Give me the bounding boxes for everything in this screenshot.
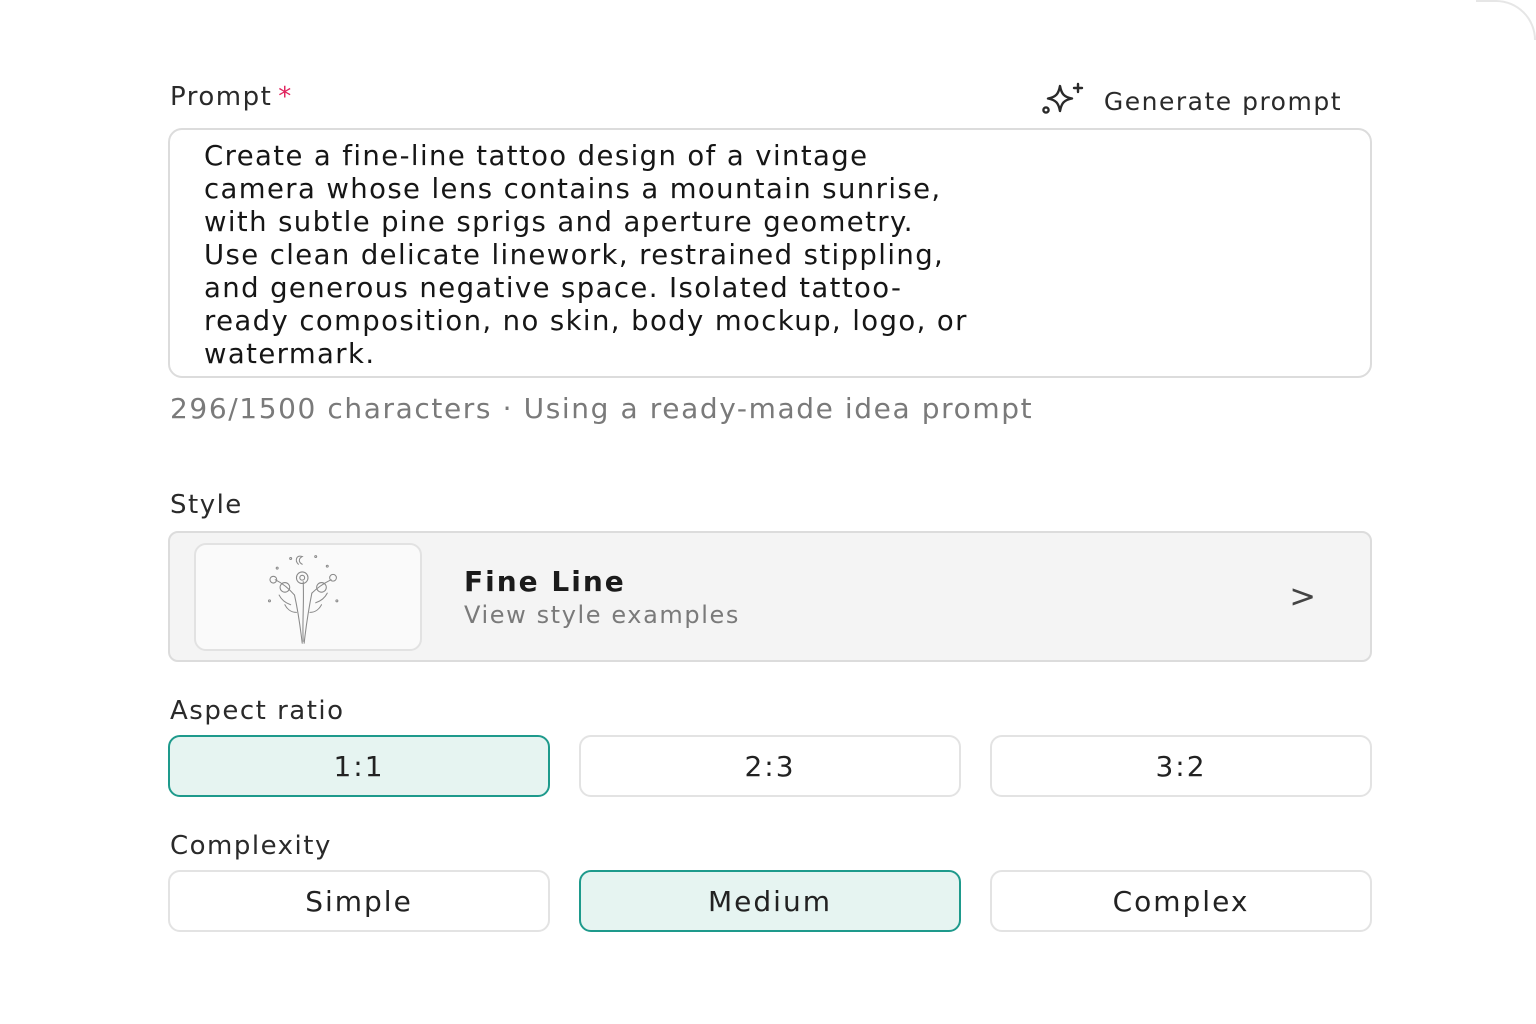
style-examples-link: View style examples bbox=[464, 601, 740, 629]
style-name: Fine Line bbox=[464, 565, 626, 598]
panel-corner bbox=[1476, 0, 1536, 40]
prompt-textarea[interactable]: Create a fine-line tattoo design of a vi… bbox=[168, 128, 1372, 378]
aspect-option-1-1[interactable]: 1:1 bbox=[168, 735, 550, 797]
complexity-option-medium[interactable]: Medium bbox=[579, 870, 961, 932]
aspect-option-2-3[interactable]: 2:3 bbox=[579, 735, 961, 797]
style-thumbnail bbox=[194, 543, 422, 651]
complexity-options: Simple Medium Complex bbox=[168, 870, 1372, 932]
aspect-ratio-label: Aspect ratio bbox=[170, 696, 345, 726]
style-label: Style bbox=[170, 490, 243, 520]
prompt-label: Prompt * bbox=[170, 82, 293, 112]
aspect-option-3-2[interactable]: 3:2 bbox=[990, 735, 1372, 797]
sparkles-icon bbox=[1038, 82, 1090, 120]
generate-prompt-button[interactable]: Generate prompt bbox=[1038, 82, 1342, 120]
required-mark: * bbox=[278, 82, 293, 112]
generate-prompt-label: Generate prompt bbox=[1103, 86, 1342, 116]
prompt-label-text: Prompt bbox=[170, 82, 273, 112]
complexity-option-simple[interactable]: Simple bbox=[168, 870, 550, 932]
complexity-option-complex[interactable]: Complex bbox=[990, 870, 1372, 932]
prompt-status-text: 296/1500 characters · Using a ready-made… bbox=[170, 392, 1034, 425]
prompt-header: Prompt * Generate prompt bbox=[168, 82, 1372, 118]
aspect-ratio-options: 1:1 2:3 3:2 bbox=[168, 735, 1372, 797]
page: Prompt * Generate prompt Create a fine-li… bbox=[0, 0, 1536, 1024]
chevron-right-icon: > bbox=[1289, 577, 1316, 615]
style-selector[interactable]: Fine Line View style examples > bbox=[168, 531, 1372, 662]
complexity-label: Complexity bbox=[170, 831, 332, 861]
